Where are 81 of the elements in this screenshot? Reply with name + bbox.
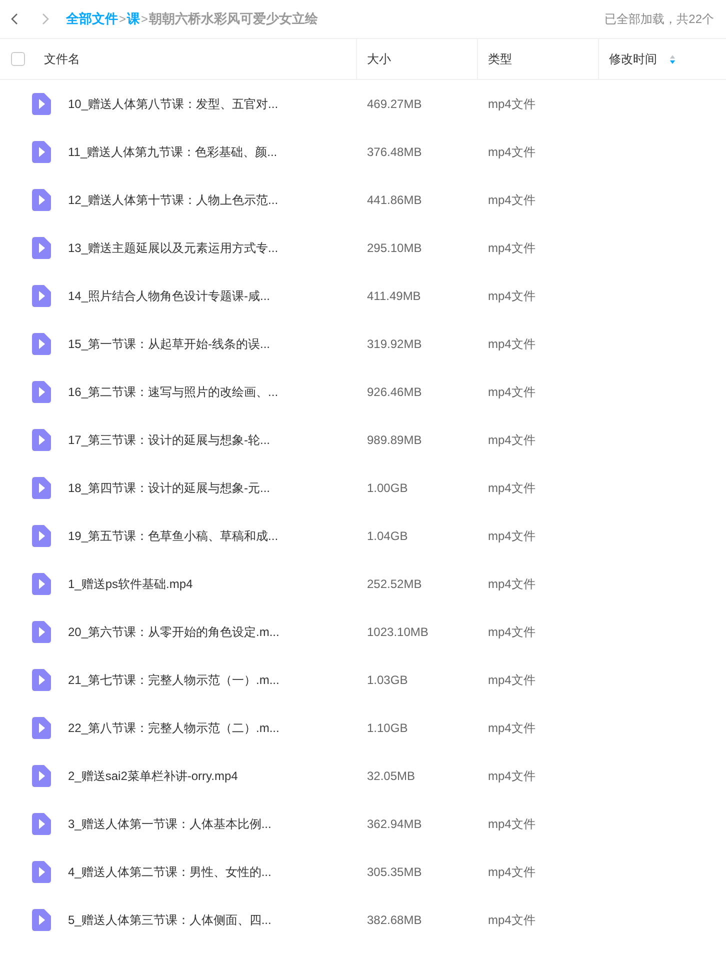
file-type: mp4文件	[488, 913, 536, 927]
file-size: 1.04GB	[367, 529, 408, 543]
file-size: 1.03GB	[367, 673, 408, 687]
file-size: 382.68MB	[367, 913, 422, 927]
video-file-icon	[32, 813, 51, 835]
file-size: 362.94MB	[367, 817, 422, 831]
video-file-icon	[32, 909, 51, 931]
file-type: mp4文件	[488, 481, 536, 495]
file-name[interactable]: 21_第七节课：完整人物示范（一）.m...	[68, 671, 280, 689]
file-type: mp4文件	[488, 433, 536, 447]
file-type: mp4文件	[488, 193, 536, 207]
file-name[interactable]: 2_赠送sai2菜单栏补讲-orry.mp4	[68, 767, 238, 785]
video-file-icon	[32, 573, 51, 595]
breadcrumb-separator: >	[141, 11, 148, 28]
video-file-icon	[32, 285, 51, 307]
file-name[interactable]: 12_赠送人体第十节课：人物上色示范...	[68, 191, 278, 209]
file-type: mp4文件	[488, 625, 536, 639]
file-type: mp4文件	[488, 721, 536, 735]
file-type: mp4文件	[488, 769, 536, 783]
file-size: 295.10MB	[367, 241, 422, 255]
video-file-icon	[32, 333, 51, 355]
file-size: 926.46MB	[367, 385, 422, 399]
video-file-icon	[32, 861, 51, 883]
file-size: 1.10GB	[367, 721, 408, 735]
breadcrumb-separator: >	[119, 11, 126, 28]
column-header[interactable]: 类型	[488, 50, 512, 68]
file-name[interactable]: 10_赠送人体第八节课：发型、五官对...	[68, 95, 278, 113]
file-type: mp4文件	[488, 337, 536, 351]
file-size: 32.05MB	[367, 769, 416, 783]
file-size: 411.49MB	[367, 289, 421, 303]
video-file-icon	[32, 429, 51, 451]
file-name[interactable]: 22_第八节课：完整人物示范（二）.m...	[68, 719, 280, 737]
file-type: mp4文件	[488, 241, 536, 255]
file-type: mp4文件	[488, 145, 536, 159]
file-type: mp4文件	[488, 289, 536, 303]
file-type: mp4文件	[488, 385, 536, 399]
file-type: mp4文件	[488, 865, 536, 879]
file-name[interactable]: 11_赠送人体第九节课：色彩基础、颜...	[68, 143, 278, 161]
file-name[interactable]: 20_第六节课：从零开始的角色设定.m...	[68, 623, 280, 641]
file-size: 441.86MB	[367, 193, 422, 207]
video-file-icon	[32, 669, 51, 691]
video-file-icon	[32, 141, 51, 163]
file-type: mp4文件	[488, 529, 536, 543]
column-header[interactable]: 文件名	[44, 50, 80, 68]
file-name[interactable]: 15_第一节课：从起草开始-线条的误...	[68, 335, 270, 353]
file-name[interactable]: 17_第三节课：设计的延展与想象-轮...	[68, 431, 270, 449]
file-name[interactable]: 16_第二节课：速写与照片的改绘画、...	[68, 383, 278, 401]
video-file-icon	[32, 93, 51, 115]
file-type: mp4文件	[488, 577, 536, 591]
file-size: 305.35MB	[367, 865, 422, 879]
file-size: 469.27MB	[367, 97, 422, 111]
video-file-icon	[32, 525, 51, 547]
file-size: 319.92MB	[367, 337, 422, 351]
file-size: 1.00GB	[367, 481, 408, 495]
load-status: 已全部加载，共22个	[604, 11, 714, 28]
file-name[interactable]: 13_赠送主题延展以及元素运用方式专...	[68, 239, 278, 257]
column-header[interactable]: 修改时间	[609, 50, 657, 68]
file-size: 1023.10MB	[367, 625, 428, 639]
file-name[interactable]: 5_赠送人体第三节课：人体侧面、四...	[68, 911, 272, 929]
file-size: 989.89MB	[367, 433, 422, 447]
file-size: 376.48MB	[367, 145, 422, 159]
video-file-icon	[32, 189, 51, 211]
file-name[interactable]: 14_照片结合人物角色设计专题课-咸...	[68, 287, 270, 305]
file-type: mp4文件	[488, 817, 536, 831]
column-header[interactable]: 大小	[367, 50, 391, 68]
video-file-icon	[32, 621, 51, 643]
file-name[interactable]: 4_赠送人体第二节课：男性、女性的...	[68, 863, 272, 881]
file-type: mp4文件	[488, 673, 536, 687]
file-type: mp4文件	[488, 97, 536, 111]
video-file-icon	[32, 717, 51, 739]
video-file-icon	[32, 237, 51, 259]
video-file-icon	[32, 765, 51, 787]
file-size: 252.52MB	[367, 577, 422, 591]
file-name[interactable]: 19_第五节课：色草鱼小稿、草稿和成...	[68, 527, 278, 545]
file-name[interactable]: 3_赠送人体第一节课：人体基本比例...	[68, 815, 272, 833]
video-file-icon	[32, 477, 51, 499]
file-name[interactable]: 18_第四节课：设计的延展与想象-元...	[68, 479, 270, 497]
file-name[interactable]: 1_赠送ps软件基础.mp4	[68, 575, 193, 593]
select-all-checkbox[interactable]	[11, 52, 25, 66]
video-file-icon	[32, 381, 51, 403]
sort-icon[interactable]	[669, 54, 676, 64]
